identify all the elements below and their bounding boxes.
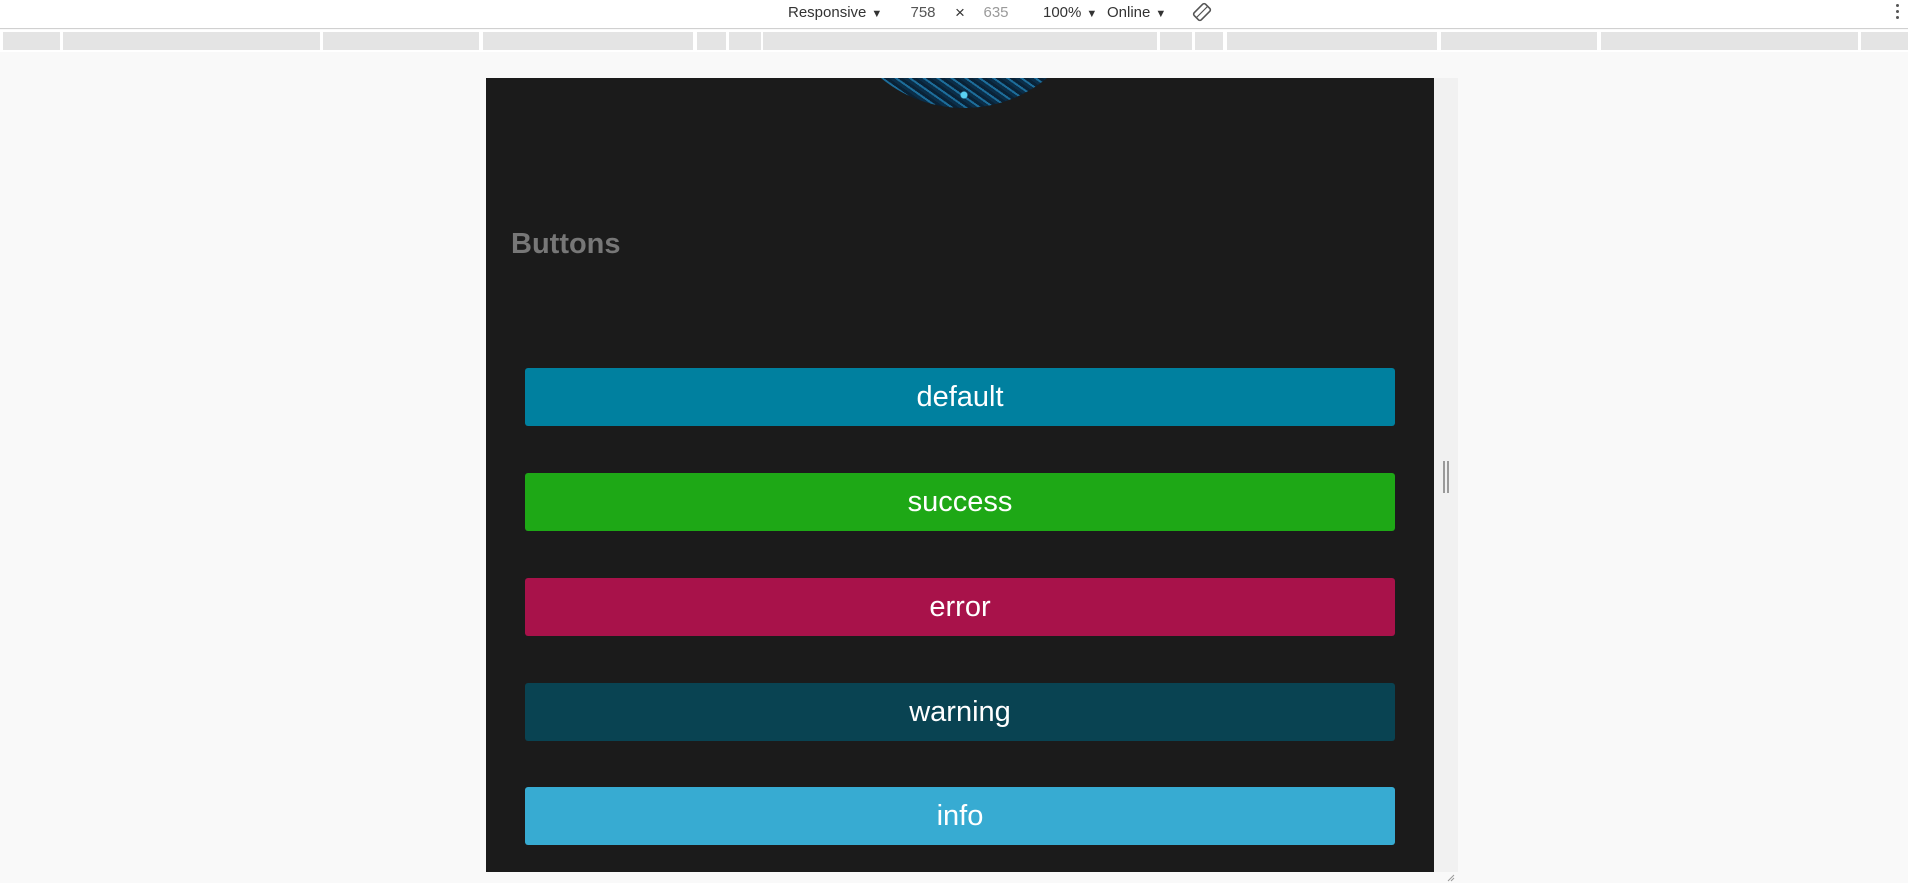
chevron-down-icon: ▼: [871, 8, 883, 20]
error-button[interactable]: error: [525, 578, 1395, 636]
media-query-segment[interactable]: [1160, 32, 1192, 50]
media-query-segment[interactable]: [1861, 32, 1908, 50]
chevron-down-icon: ▼: [1155, 8, 1167, 20]
more-options-icon[interactable]: [1894, 2, 1900, 24]
network-label: Online: [1107, 4, 1151, 21]
zoom-select[interactable]: 100% ▼: [1043, 3, 1097, 23]
rotate-icon[interactable]: [1192, 2, 1212, 22]
device-toolbar: Responsive ▼ 758 × 635 100% ▼ Online ▼: [0, 0, 1908, 29]
media-query-segment[interactable]: [3, 32, 60, 50]
network-throttle-select[interactable]: Online ▼: [1107, 3, 1166, 23]
section-title: Buttons: [511, 228, 621, 260]
warning-button[interactable]: warning: [525, 683, 1395, 741]
media-query-segment[interactable]: [323, 32, 479, 50]
width-input[interactable]: 758: [897, 3, 949, 23]
media-query-segment[interactable]: [1601, 32, 1858, 50]
success-button[interactable]: success: [525, 473, 1395, 531]
media-query-segment[interactable]: [729, 32, 761, 50]
media-query-segment[interactable]: [697, 32, 726, 50]
media-query-segment[interactable]: [63, 32, 320, 50]
chevron-down-icon: ▼: [1086, 8, 1098, 20]
default-button[interactable]: default: [525, 368, 1395, 426]
device-viewport: Buttons default success error warning in…: [486, 78, 1434, 872]
device-mode-label: Responsive: [788, 4, 867, 21]
corner-resize-icon[interactable]: [1447, 874, 1455, 882]
device-mode-select[interactable]: Responsive ▼: [788, 3, 882, 23]
media-query-segment[interactable]: [1195, 32, 1223, 50]
times-icon: ×: [955, 3, 965, 22]
header-globe-image: [834, 78, 1094, 108]
height-input[interactable]: 635: [970, 3, 1022, 23]
media-query-bar: [0, 30, 1908, 52]
media-query-segment[interactable]: [1441, 32, 1597, 50]
media-query-segment[interactable]: [483, 32, 693, 50]
zoom-label: 100%: [1043, 4, 1082, 21]
info-button[interactable]: info: [525, 787, 1395, 845]
resize-handle[interactable]: [1443, 461, 1449, 493]
media-query-segment[interactable]: [1227, 32, 1437, 50]
media-query-segment[interactable]: [763, 32, 1157, 50]
